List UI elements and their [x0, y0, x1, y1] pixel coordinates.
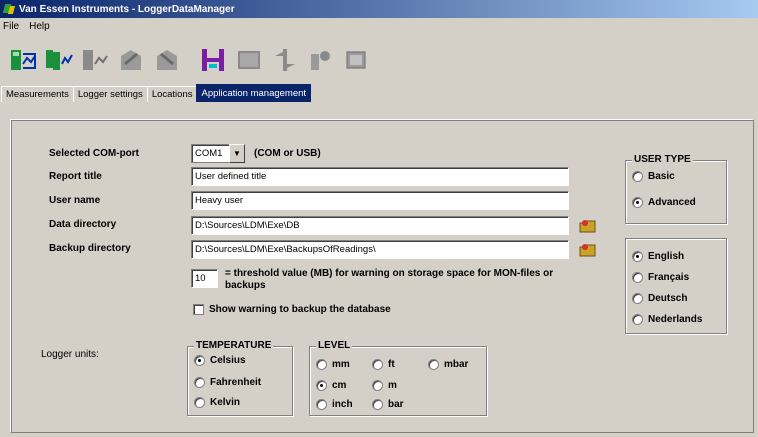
user-name-input[interactable]: Heavy user [191, 191, 569, 210]
language-group: English Français Deutsch Nederlands [625, 238, 727, 334]
menu-file[interactable]: File [3, 21, 19, 32]
program-icon[interactable] [306, 45, 336, 75]
radio-icon[interactable] [372, 380, 383, 391]
app-logo-icon [3, 3, 15, 15]
h-icon[interactable] [198, 45, 228, 75]
backup-directory-label: Backup directory [49, 243, 131, 254]
window-title: Van Essen Instruments - LoggerDataManage… [19, 3, 235, 15]
chevron-down-icon[interactable]: ▼ [229, 144, 245, 163]
threshold-input[interactable]: 10 [191, 269, 218, 288]
backup-directory-input[interactable]: D:\Sources\LDM\Exe\BackupsOfReadings\ [191, 240, 569, 259]
radio-bar-label: bar [388, 399, 404, 410]
tab-measurements[interactable]: Measurements [1, 86, 74, 102]
checkbox-icon[interactable] [193, 304, 204, 315]
user-name-label: User name [49, 195, 101, 206]
radio-mm-label: mm [332, 359, 350, 370]
radio-fahrenheit[interactable]: Fahrenheit [194, 377, 261, 388]
radio-inch-label: inch [332, 399, 353, 410]
radio-mbar-label: mbar [444, 359, 469, 370]
radio-ft[interactable]: ft [372, 359, 395, 370]
radio-basic[interactable]: Basic [632, 171, 675, 182]
radio-francais-label: Français [648, 272, 690, 283]
user-type-group-title: USER TYPE [632, 154, 693, 165]
radio-selected-icon[interactable] [632, 197, 643, 208]
radio-selected-icon[interactable] [194, 355, 205, 366]
radio-icon[interactable] [428, 359, 439, 370]
radio-m-label: m [388, 380, 397, 391]
radio-icon[interactable] [316, 359, 327, 370]
tab-locations[interactable]: Locations [146, 86, 198, 102]
level-group-title: LEVEL [316, 340, 353, 351]
level-group: LEVEL mm ft mbar cm m inch bar [309, 340, 487, 416]
title-bar: Van Essen Instruments - LoggerDataManage… [0, 0, 758, 18]
radio-icon[interactable] [316, 399, 327, 410]
report-title-label: Report title [49, 171, 102, 182]
tab-application-management[interactable]: Application management [196, 84, 312, 102]
radio-mm[interactable]: mm [316, 359, 350, 370]
com-port-select[interactable]: COM1 ▼ [191, 144, 245, 163]
report-title-input[interactable]: User defined title [191, 167, 569, 186]
radio-deutsch-label: Deutsch [648, 293, 688, 304]
com-port-hint: (COM or USB) [254, 148, 321, 159]
radio-fahrenheit-label: Fahrenheit [210, 377, 262, 388]
radio-basic-label: Basic [648, 171, 675, 182]
menu-help[interactable]: Help [29, 21, 50, 32]
browse-folder-icon[interactable] [578, 216, 598, 236]
tab-logger-settings[interactable]: Logger settings [72, 86, 148, 102]
show-warning-checkbox[interactable]: Show warning to backup the database [193, 304, 391, 315]
radio-bar[interactable]: bar [372, 399, 404, 410]
blank-icon[interactable] [234, 45, 264, 75]
radio-ft-label: ft [388, 359, 395, 370]
data-directory-input[interactable]: D:\Sources\LDM\Exe\DB [191, 216, 569, 235]
radio-english[interactable]: English [632, 251, 684, 262]
radio-mbar[interactable]: mbar [428, 359, 468, 370]
measure-read-icon[interactable] [8, 45, 38, 75]
radio-selected-icon[interactable] [632, 251, 643, 262]
radio-icon[interactable] [632, 272, 643, 283]
radio-celsius-label: Celsius [210, 355, 246, 366]
temperature-group-title: TEMPERATURE [194, 340, 274, 351]
com-port-value: COM1 [191, 144, 229, 163]
radio-cm[interactable]: cm [316, 380, 346, 391]
radio-english-label: English [648, 251, 685, 262]
radio-advanced[interactable]: Advanced [632, 197, 696, 208]
radio-deutsch[interactable]: Deutsch [632, 293, 687, 304]
radio-icon[interactable] [632, 314, 643, 325]
menu-bar: File Help [0, 18, 758, 34]
radio-icon[interactable] [632, 171, 643, 182]
radio-nederlands[interactable]: Nederlands [632, 314, 702, 325]
browse-backup-folder-icon[interactable] [578, 240, 598, 260]
radio-selected-icon[interactable] [316, 380, 327, 391]
radio-m[interactable]: m [372, 380, 397, 391]
radio-celsius[interactable]: Celsius [194, 355, 246, 366]
user-type-group: USER TYPE Basic Advanced [625, 154, 727, 224]
radio-advanced-label: Advanced [648, 197, 696, 208]
application-management-panel: Selected COM-port COM1 ▼ (COM or USB) Re… [10, 119, 754, 433]
logger-units-label: Logger units: [41, 349, 99, 360]
radio-icon[interactable] [632, 293, 643, 304]
measure-chart-icon[interactable] [80, 45, 110, 75]
com-port-label: Selected COM-port [49, 148, 140, 159]
measure-multi-icon[interactable] [44, 45, 74, 75]
logger-icon[interactable] [342, 45, 372, 75]
radio-cm-label: cm [332, 380, 347, 391]
show-warning-label: Show warning to backup the database [209, 304, 391, 315]
radio-icon[interactable] [194, 397, 205, 408]
import-icon[interactable] [152, 45, 182, 75]
tab-strip: Measurements Logger settings Locations A… [0, 84, 312, 102]
data-directory-label: Data directory [49, 219, 117, 230]
radio-francais[interactable]: Français [632, 272, 689, 283]
export-icon[interactable] [116, 45, 146, 75]
radio-nederlands-label: Nederlands [648, 314, 703, 325]
radio-inch[interactable]: inch [316, 399, 353, 410]
threshold-text: = threshold value (MB) for warning on st… [225, 268, 554, 291]
toolbar [0, 36, 758, 84]
radio-icon[interactable] [194, 377, 205, 388]
transfer-icon[interactable] [270, 45, 300, 75]
radio-kelvin[interactable]: Kelvin [194, 397, 240, 408]
radio-icon[interactable] [372, 359, 383, 370]
radio-icon[interactable] [372, 399, 383, 410]
radio-kelvin-label: Kelvin [210, 397, 241, 408]
temperature-group: TEMPERATURE Celsius Fahrenheit Kelvin [187, 340, 293, 416]
